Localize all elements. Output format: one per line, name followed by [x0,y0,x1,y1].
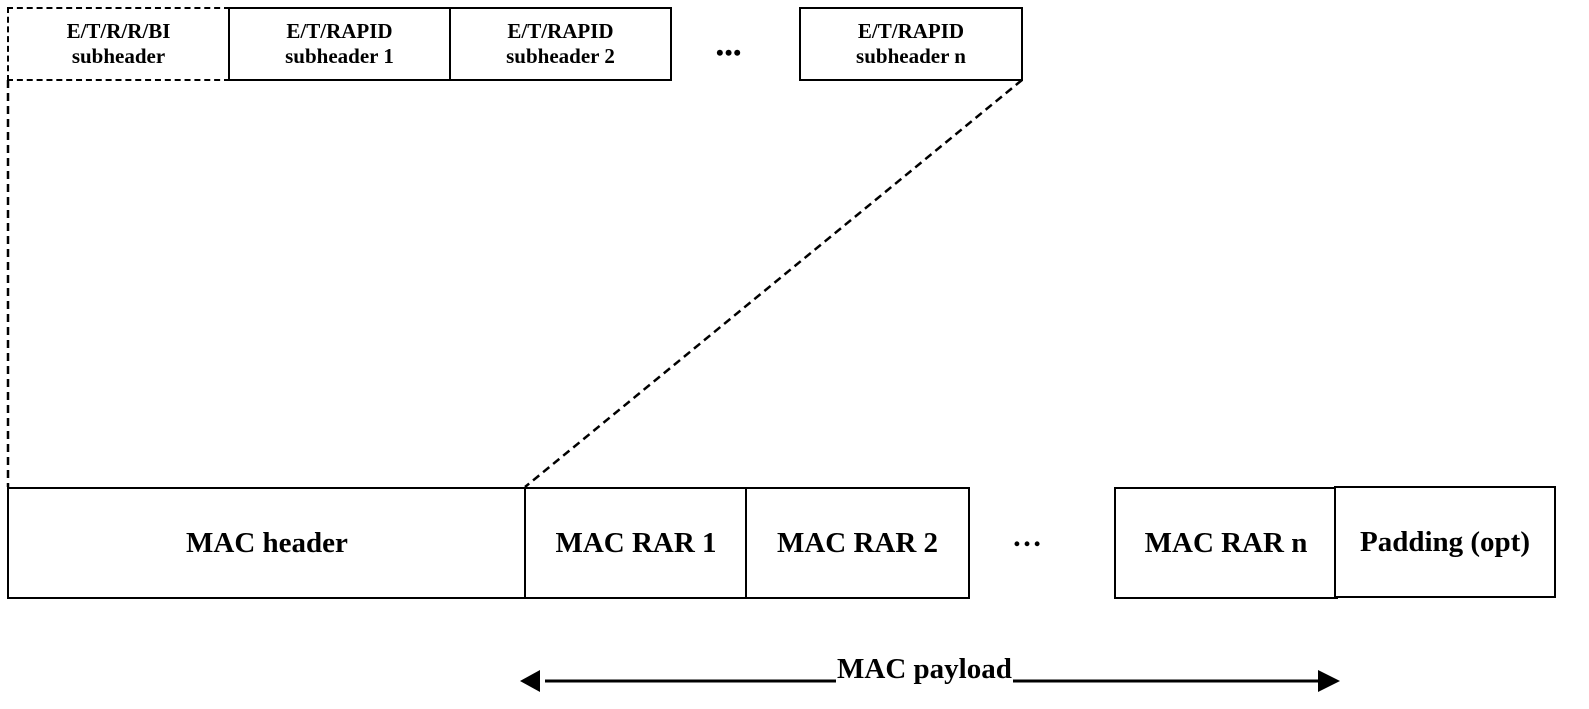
bi-subheader-box: E/T/R/R/BI subheader [7,7,230,81]
mac-payload-label: MAC payload [836,652,1013,686]
payload-arrow-left-head [520,670,540,692]
subheader-line1: E/T/RAPID [507,19,614,43]
mac-header-box: MAC header [7,487,527,599]
subheader-line2: subheader n [856,44,966,68]
rar-ellipsis: … [1012,520,1043,553]
rapid-subheader-n-box: E/T/RAPID subheader n [799,7,1023,81]
subheader-line2: subheader 1 [285,44,394,68]
subheader-ellipsis: ••• [716,40,743,65]
padding-label: Padding (opt) [1359,525,1530,558]
subheader-line1: E/T/RAPID [286,19,393,43]
padding-box: Padding (opt) [1334,486,1556,598]
mac-rar-1-box: MAC RAR 1 [524,487,748,599]
subheader-line1: E/T/RAPID [857,19,965,43]
subheader-line2: subheader [71,44,166,68]
mac-header-label: MAC header [186,526,348,559]
rapid-subheader-2-box: E/T/RAPID subheader 2 [449,7,672,81]
connector-lines [6,79,1340,692]
subheader-line2: subheader 2 [506,44,615,68]
rapid-subheader-1-box: E/T/RAPID subheader 1 [228,7,451,81]
mac-rar-label: MAC RAR n [1144,526,1308,559]
mac-rar-n-box: MAC RAR n [1114,487,1338,599]
right-dashed-connector [524,79,1023,488]
payload-arrow-right-head [1318,670,1340,692]
subheader-line1: E/T/R/R/BI [66,19,171,43]
mac-rar-label: MAC RAR 2 [776,526,939,559]
mac-rar-2-box: MAC RAR 2 [745,487,970,599]
mac-rar-label: MAC RAR 1 [555,526,717,559]
